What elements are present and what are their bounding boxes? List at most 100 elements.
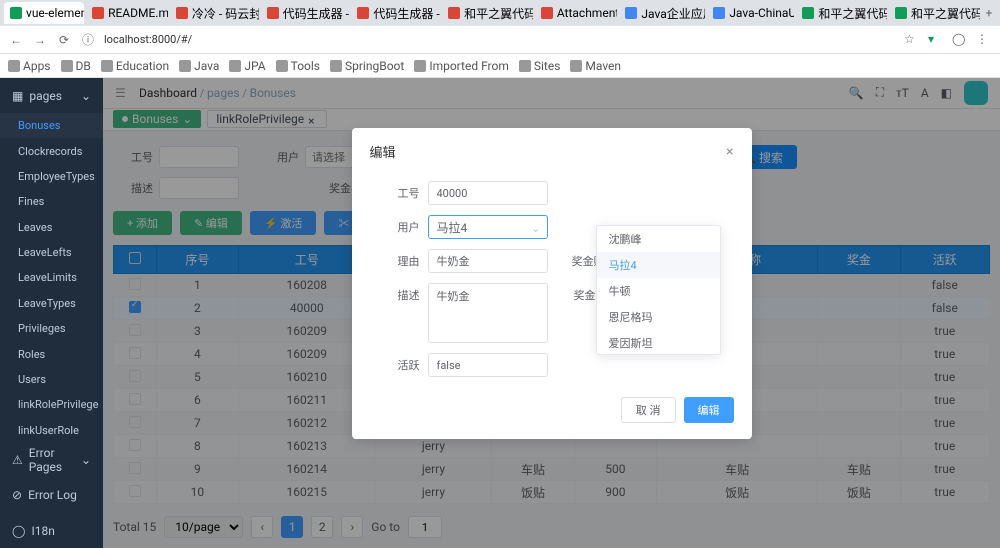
sidebar-item-leavelimits[interactable]: LeaveLimits [0,265,103,290]
dropdown-option[interactable]: 马拉4 [597,252,720,278]
bookmark[interactable]: SpringBoot [330,59,404,73]
main-content: ☰ Dashboard / pages / Bonuses 🔍 ⛶ ᴛT A ◧… [103,78,1000,548]
dropdown-option[interactable]: 沈鹏峰 [597,226,720,252]
browser-tab[interactable]: Java企业应用× [619,2,705,24]
favicon [625,7,637,19]
browser-tab[interactable]: Java-ChinaU…× [707,2,794,24]
sidebar-item-errorlog[interactable]: ⊘Error Log [0,478,103,513]
sidebar-item-clockrecords[interactable]: Clockrecords [0,138,103,163]
bookmark[interactable]: Tools [276,59,320,73]
sidebar-item-linkroleprivilege[interactable]: linkRolePrivilege [0,392,103,417]
sidebar: ▦pages⌄ Bonuses Clockrecords EmployeeTyp… [0,78,103,548]
folder-icon [101,60,113,72]
browser-tab[interactable]: 冷冷 - 码云封…× [170,2,259,24]
browser-tab[interactable]: Attachment -× [535,2,618,24]
extension-icon[interactable]: ▾ [928,32,944,48]
favicon [802,7,814,19]
sidebar-item-i18n[interactable]: ◯I18n [0,513,103,548]
sidebar-item-linkuserrole[interactable]: linkUserRole [0,417,103,442]
warning-icon: ⚠ [12,453,23,467]
bookmark[interactable]: Sites [519,59,561,73]
forward-icon[interactable]: → [32,32,48,48]
reload-icon[interactable]: ⟳ [56,32,72,48]
modal-title: 编辑 [370,142,396,161]
browser-tab[interactable]: 代码生成器 - …× [351,2,440,24]
sidebar-section-pages[interactable]: ▦pages⌄ [0,78,103,113]
edit-modal: 编辑 × 工号 用户马拉4 理由 奖金账户余额 描述 奖金名称 活跃 沈鹏峰 马… [352,128,752,439]
field-label-gh: 工号 [370,181,420,201]
globe-icon: ◯ [12,524,25,538]
chevron-down-icon: ⌄ [81,453,91,467]
favicon [895,7,907,19]
favicon [448,7,460,19]
browser-tab[interactable]: 和平之翼代码…× [796,2,887,24]
bookmark[interactable]: DB [61,59,91,73]
sidebar-item-bonuses[interactable]: Bonuses [0,113,103,138]
folder-icon [61,60,73,72]
bookmark[interactable]: Imported From [414,59,509,73]
pages-icon: ▦ [12,89,23,103]
sidebar-item-leavelefts[interactable]: LeaveLefts [0,240,103,265]
folder-icon [519,60,531,72]
dropdown-option[interactable]: 恩尼格玛 [597,304,720,330]
folder-icon [179,60,191,72]
bookmark[interactable]: Maven [570,59,621,73]
sidebar-item-employeetypes[interactable]: EmployeeTypes [0,164,103,189]
profile-icon[interactable]: ◯ [952,32,968,48]
sidebar-item-privileges[interactable]: Privileges [0,316,103,341]
bookmark[interactable]: JPA [229,59,265,73]
sidebar-item-users[interactable]: Users [0,367,103,392]
modal-overlay[interactable]: 编辑 × 工号 用户马拉4 理由 奖金账户余额 描述 奖金名称 活跃 沈鹏峰 马… [103,78,1000,548]
browser-tab[interactable]: 和平之翼代码…× [889,2,980,24]
dropdown-option[interactable]: 爱因斯坦 [597,330,720,355]
menu-icon[interactable]: ⋮ [976,32,992,48]
sidebar-item-leaves[interactable]: Leaves [0,215,103,240]
favicon [267,7,279,19]
star-icon[interactable]: ☆ [904,32,920,48]
url-bar[interactable]: localhost:8000/#/ [104,33,896,46]
browser-tab[interactable]: 代码生成器 - …× [261,2,350,24]
bookmark[interactable]: Education [101,59,169,73]
sidebar-item-leavetypes[interactable]: LeaveTypes [0,291,103,316]
field-label-yh: 用户 [370,215,420,235]
field-label-hy: 活跃 [370,353,420,373]
chevron-down-icon: ⌄ [81,89,91,103]
browser-tab[interactable]: 和平之翼代码…× [442,2,533,24]
close-icon[interactable]: × [726,144,733,160]
apps-icon [8,60,20,72]
sidebar-item-roles[interactable]: Roles [0,341,103,366]
back-icon[interactable]: ← [8,32,24,48]
info-icon[interactable]: ⓘ [80,32,96,48]
sidebar-item-fines[interactable]: Fines [0,189,103,214]
field-input-ly[interactable] [428,249,548,273]
field-input-hy[interactable] [428,353,548,377]
browser-toolbar: ← → ⟳ ⓘ localhost:8000/#/ ☆ ▾ ◯ ⋮ [0,26,1000,54]
favicon [10,7,22,19]
field-input-gh[interactable] [428,181,548,205]
browser-tab[interactable]: vue-element× [4,2,84,24]
folder-icon [570,60,582,72]
folder-icon [229,60,241,72]
browser-tab[interactable]: README.md× [86,2,168,24]
bookmark[interactable]: Java [179,59,219,73]
folder-icon [414,60,426,72]
favicon [357,7,369,19]
folder-icon [330,60,342,72]
new-tab-button[interactable]: + [982,6,996,20]
bookmarks-bar: Apps DB Education Java JPA Tools SpringB… [0,54,1000,78]
field-textarea-ms[interactable] [428,283,548,343]
sidebar-section-error[interactable]: ⚠Error Pages⌄ [0,443,103,478]
user-dropdown: 沈鹏峰 马拉4 牛顿 恩尼格玛 爱因斯坦 乔布斯 马克思 [596,225,721,355]
dropdown-option[interactable]: 牛顿 [597,278,720,304]
browser-tabs: vue-element× README.md× 冷冷 - 码云封…× 代码生成器… [0,0,1000,26]
favicon [541,7,553,19]
field-label-ly: 理由 [370,249,420,269]
favicon [713,7,725,19]
field-label-ms: 描述 [370,283,420,303]
favicon [176,7,188,19]
field-select-yh[interactable]: 马拉4 [428,215,548,239]
cancel-button[interactable]: 取 消 [621,397,676,423]
confirm-button[interactable]: 编辑 [684,397,734,423]
bookmark[interactable]: Apps [8,59,51,73]
favicon [92,7,104,19]
